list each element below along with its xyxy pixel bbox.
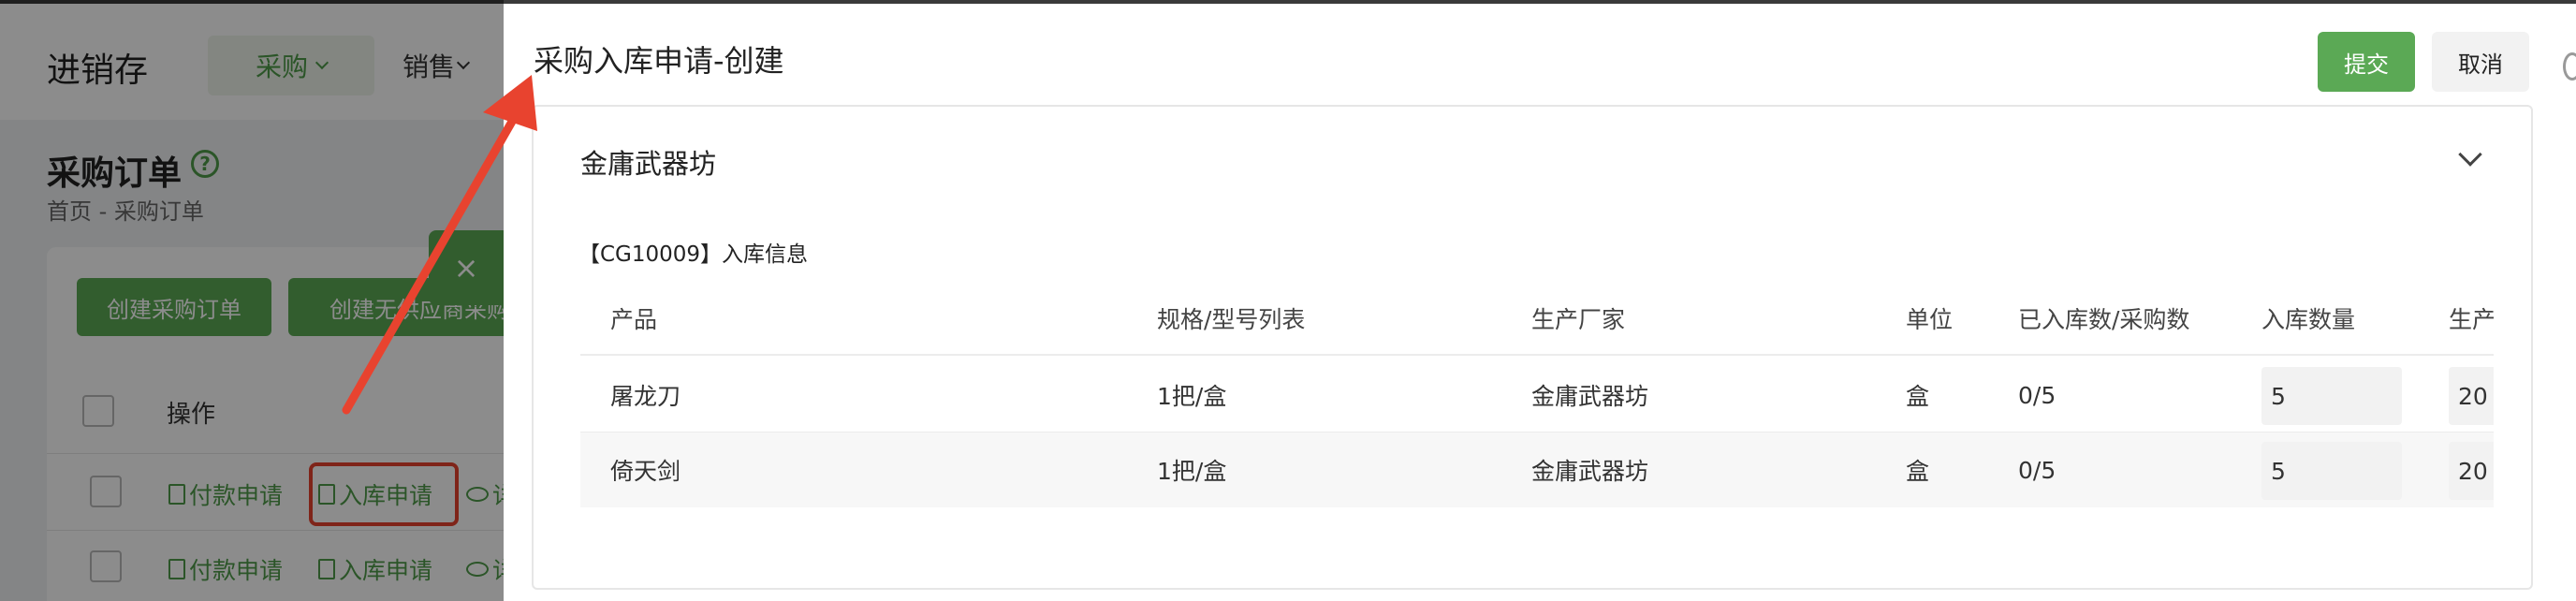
arrow-shaft <box>342 115 518 415</box>
annotation-arrow <box>342 75 537 415</box>
